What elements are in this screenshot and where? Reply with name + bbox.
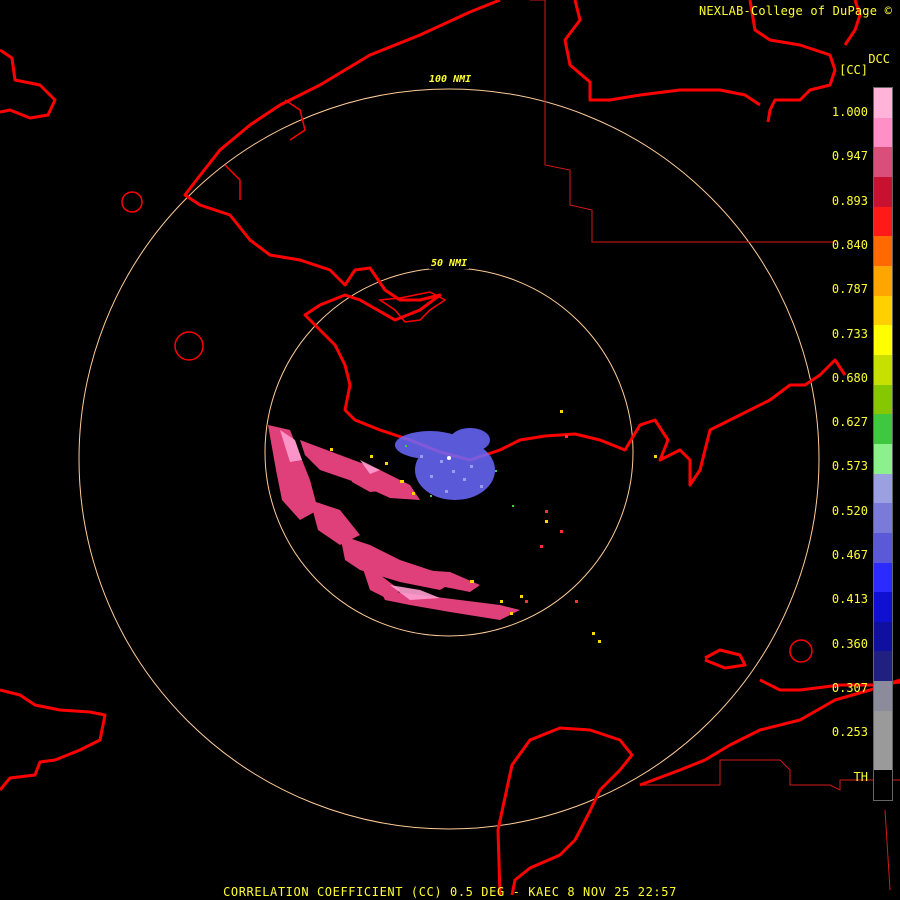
color-scale-tick-label: 0.573 <box>831 459 868 474</box>
legend-product-code: DCC <box>868 52 890 66</box>
color-scale-tick-label: 0.627 <box>831 415 868 430</box>
product-caption: CORRELATION COEFFICIENT (CC) 0.5 DEG - K… <box>223 885 677 899</box>
color-scale-swatch <box>874 414 892 444</box>
color-scale-tick-label: 0.680 <box>831 370 868 385</box>
color-scale-tick-label: 0.893 <box>831 193 868 208</box>
ring-label-50nmi: 50 NMI <box>429 258 470 269</box>
color-scale-tick-label: 0.520 <box>831 503 868 518</box>
credit-text[interactable]: NEXLAB-College of DuPage © <box>699 4 892 18</box>
color-scale-swatch <box>874 384 892 415</box>
color-scale-tick-label: 0.413 <box>831 592 868 607</box>
color-scale-tick-label: 0.253 <box>831 725 868 740</box>
color-scale-swatch <box>874 532 892 563</box>
color-scale-tick-label: TH <box>853 769 868 784</box>
color-scale-tick-label: 0.947 <box>831 149 868 164</box>
color-scale-swatch <box>874 562 892 593</box>
color-scale-swatch <box>874 740 892 771</box>
color-scale-swatch <box>874 265 892 296</box>
color-scale-swatch <box>874 206 892 237</box>
color-scale-swatch <box>874 354 892 385</box>
color-scale-tick-label: 0.733 <box>831 326 868 341</box>
color-scale-swatch <box>874 710 892 741</box>
legend-units: [CC] <box>839 63 868 77</box>
color-scale-tick-label: 0.840 <box>831 237 868 252</box>
color-scale-swatch <box>874 443 892 474</box>
color-scale-swatch <box>874 176 892 207</box>
color-scale-swatch <box>874 592 892 622</box>
color-scale-swatch <box>874 770 892 800</box>
color-scale-tick-label: 0.787 <box>831 282 868 297</box>
color-scale-tick-label: 0.307 <box>831 680 868 695</box>
color-scale-tick-label: 0.467 <box>831 548 868 562</box>
color-scale-swatch <box>874 295 892 326</box>
color-scale-swatch <box>874 88 892 118</box>
color-scale-swatch <box>874 503 892 533</box>
color-scale-swatch <box>874 681 892 711</box>
color-scale-tick-label: 0.360 <box>831 636 868 651</box>
color-scale-tick-label: 1.000 <box>831 105 868 119</box>
color-scale-swatch <box>874 147 892 177</box>
radar-site-marker <box>447 456 451 460</box>
ring-label-100nmi: 100 NMI <box>427 74 474 85</box>
color-scale-swatch <box>874 473 892 504</box>
color-scale-swatch <box>874 621 892 652</box>
radar-map[interactable] <box>0 0 900 900</box>
color-scale-swatch <box>874 651 892 682</box>
color-scale-swatch <box>874 117 892 148</box>
color-scale-swatch <box>874 236 892 266</box>
color-scale-swatch <box>874 325 892 355</box>
color-scale-bar <box>873 87 893 801</box>
